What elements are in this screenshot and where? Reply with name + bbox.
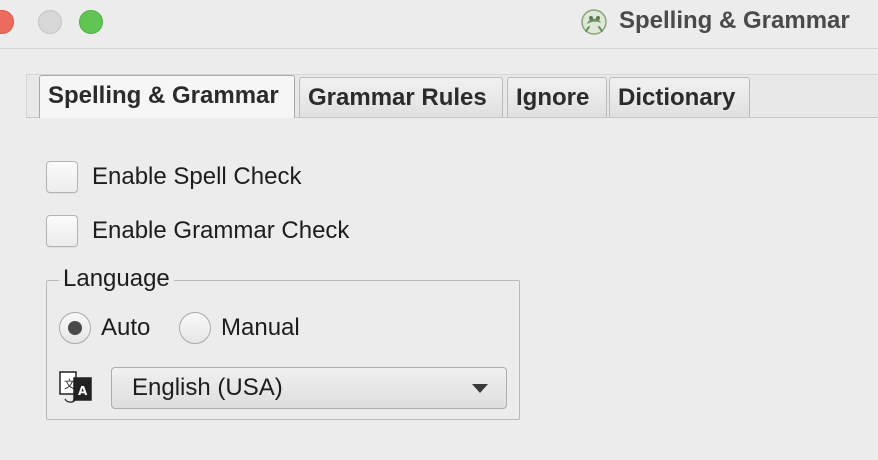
language-manual-label: Manual <box>221 314 300 341</box>
language-group: Language Auto Manual 文 A English (USA) <box>46 265 520 420</box>
tab-content-panel: Enable Spell Check Enable Grammar Check … <box>26 118 878 460</box>
language-group-legend: Language <box>59 265 174 293</box>
close-window-button[interactable] <box>0 10 14 34</box>
translate-icon: 文 A <box>59 371 92 403</box>
tab-grammar-rules[interactable]: Grammar Rules <box>299 77 503 117</box>
enable-spell-check-row[interactable]: Enable Spell Check <box>46 160 301 194</box>
language-auto-radio[interactable] <box>59 312 91 344</box>
language-manual-option[interactable]: Manual <box>179 311 300 345</box>
enable-spell-check-label: Enable Spell Check <box>92 163 302 190</box>
enable-grammar-check-label: Enable Grammar Check <box>92 217 350 244</box>
svg-text:文: 文 <box>64 377 75 391</box>
title-bar: Spelling & Grammar <box>0 0 878 49</box>
enable-grammar-check-row[interactable]: Enable Grammar Check <box>46 214 349 248</box>
language-select[interactable]: English (USA) <box>111 367 507 409</box>
enable-spell-check-checkbox[interactable] <box>46 161 78 193</box>
tab-dictionary[interactable]: Dictionary <box>609 77 750 117</box>
language-auto-label: Auto <box>101 314 151 341</box>
maximize-window-button[interactable] <box>79 10 103 34</box>
language-select-value: English (USA) <box>132 374 283 401</box>
enable-grammar-check-checkbox[interactable] <box>46 215 78 247</box>
minimize-window-button[interactable] <box>38 10 62 34</box>
tab-bar: Spelling & Grammar Grammar Rules Ignore … <box>26 74 878 118</box>
window-title: Spelling & Grammar <box>619 7 850 34</box>
tab-spelling-grammar[interactable]: Spelling & Grammar <box>39 75 295 118</box>
frog-icon <box>581 9 607 35</box>
chevron-down-icon <box>472 384 488 393</box>
svg-text:A: A <box>78 384 88 398</box>
language-manual-radio[interactable] <box>179 312 211 344</box>
settings-window: Spelling & Grammar Spelling & Grammar Gr… <box>0 0 878 460</box>
tab-ignore[interactable]: Ignore <box>507 77 607 117</box>
language-auto-option[interactable]: Auto <box>59 311 150 345</box>
